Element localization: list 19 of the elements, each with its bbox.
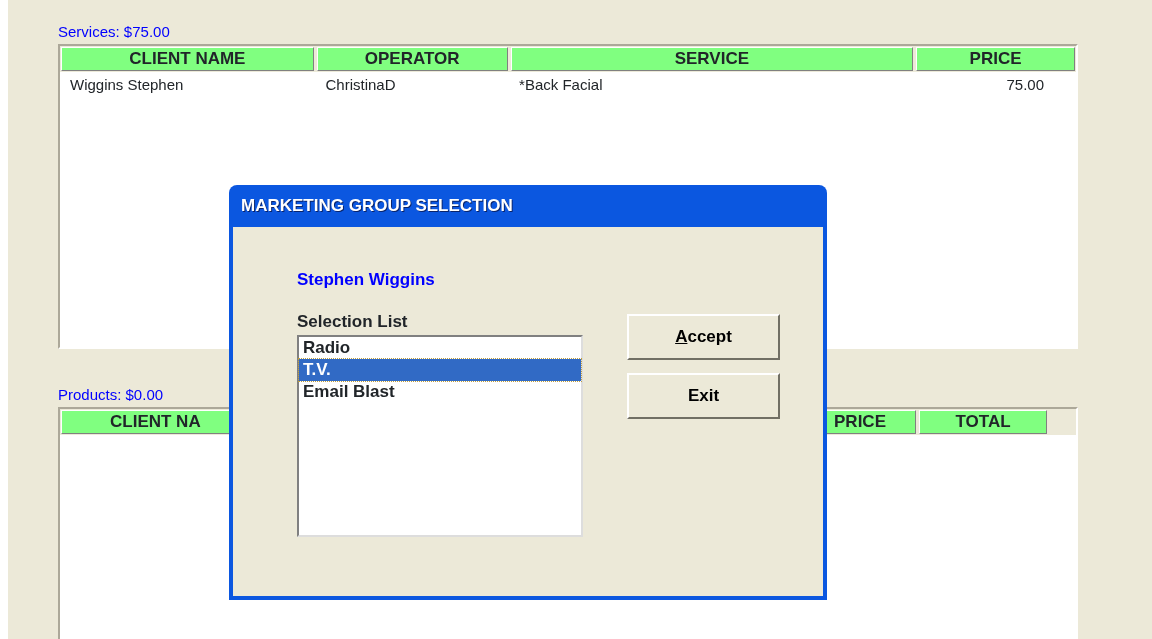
column-header: CLIENT NAME: [61, 47, 314, 71]
client-name: Stephen Wiggins: [297, 269, 436, 291]
services-total: Services: $75.00: [58, 22, 170, 42]
column-header: SERVICE: [510, 47, 914, 71]
dialog-button[interactable]: Exit: [627, 373, 780, 419]
list-item[interactable]: T.V.: [299, 359, 581, 381]
table-cell-text: ChristinaD: [324, 75, 397, 95]
column-header: TOTAL: [919, 410, 1047, 434]
column-header: PRICE: [916, 47, 1075, 71]
dialog-button[interactable]: Accept: [627, 314, 780, 360]
dialog-title: MARKETING GROUP SELECTION: [240, 195, 514, 217]
table-cell-text: 75.00: [1005, 75, 1045, 95]
column-header: OPERATOR: [316, 47, 508, 71]
products-total: Products: $0.00: [58, 385, 164, 405]
table-cell-text: Wiggins Stephen: [69, 75, 185, 95]
list-item[interactable]: Email Blast: [299, 381, 581, 403]
list-item[interactable]: Radio: [299, 337, 581, 359]
table-cell-text: *Back Facial: [518, 75, 604, 95]
list-label: Selection List: [297, 311, 409, 333]
